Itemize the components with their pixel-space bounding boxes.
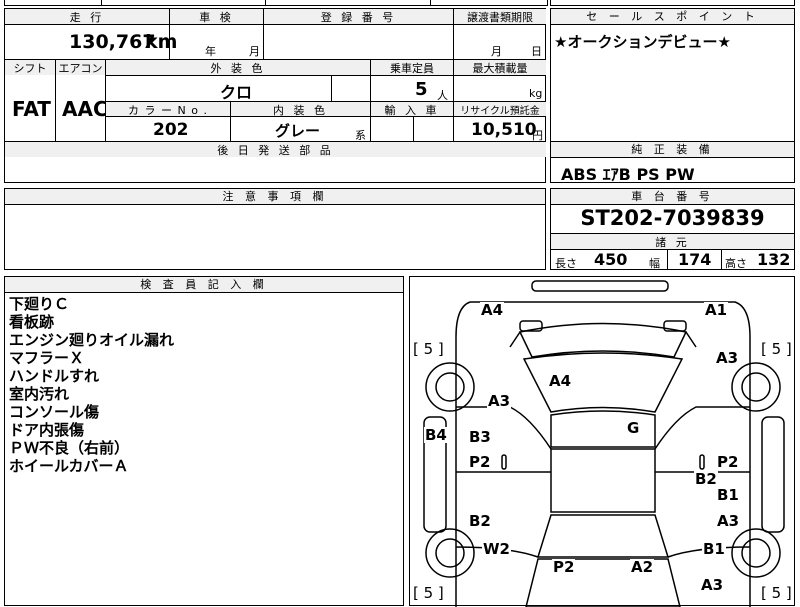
tire-front-right: [ 5 ] <box>760 340 793 358</box>
inspector-note: エンジン廻りオイル漏れ <box>9 331 175 349</box>
top-partial-row <box>4 0 548 6</box>
equipment-header: 純 正 装 備 <box>551 142 794 158</box>
aircon-value: AAC <box>62 97 108 121</box>
sales-point-header: セ ー ル ス ポ イ ン ト <box>551 9 794 25</box>
recycle-unit: 円 <box>532 129 543 142</box>
sales-point-text: ★オークションデビュー★ <box>554 33 731 51</box>
inspector-note: ドア内張傷 <box>9 421 85 439</box>
chassis-number: ST202-7039839 <box>580 206 765 230</box>
interior-color-header: 内 装 色 <box>231 102 370 117</box>
capacity-header: 乗車定員 <box>371 60 453 75</box>
exterior-color-header: 外 装 色 <box>106 60 370 75</box>
max-load-unit: kg <box>529 87 543 100</box>
height-value: 132 <box>757 250 791 269</box>
damage-mark: B1 <box>716 486 740 504</box>
inspector-note: マフラーＸ <box>9 349 85 367</box>
damage-mark: B2 <box>694 470 718 488</box>
chassis-header: 車 台 番 号 <box>551 189 794 205</box>
damage-mark: A2 <box>630 558 655 576</box>
tire-rear-right: [ 5 ] <box>760 584 793 602</box>
damage-mark: A3 <box>487 392 512 410</box>
capacity-unit: 人 <box>437 89 448 102</box>
mileage-header: 走 行 <box>5 9 169 24</box>
inspector-note: 看板跡 <box>9 313 55 331</box>
damage-mark: A3 <box>700 576 725 594</box>
later-parts-header: 後 日 発 送 部 品 <box>5 142 546 157</box>
inspector-notes-list: 下廻りＣ 看板跡 エンジン廻りオイル漏れ マフラーＸ ハンドルすれ 室内汚れ コンソール傷ド… <box>9 295 174 475</box>
car-diagram: [ 5 ] [ 5 ] [ 5 ] [ 5 ] A4 A1 A3 A4 A3 G… <box>409 276 795 607</box>
inspection-header: 車 検 <box>170 9 263 24</box>
notes-box: 注 意 事 項 欄 <box>4 188 546 270</box>
shift-value: FAT <box>12 97 51 121</box>
equipment-box: 純 正 装 備 ABS ｴｱB PS PW <box>550 141 795 184</box>
inspector-header: 検 査 員 記 入 欄 <box>5 277 403 293</box>
chassis-box: 車 台 番 号 ST202-7039839 諸 元 長さ 450 幅 174 高… <box>550 188 795 270</box>
inspector-note: ホイールカバーＡ <box>9 457 129 475</box>
registration-header: 登 録 番 号 <box>264 9 453 24</box>
inspector-note: 室内汚れ <box>9 385 70 403</box>
damage-mark: P2 <box>716 453 740 471</box>
mileage-unit: km <box>145 31 178 53</box>
damage-mark: B2 <box>468 512 492 530</box>
length-label: 長さ <box>555 257 577 270</box>
notes-header: 注 意 事 項 欄 <box>5 189 545 205</box>
max-load-header: 最大積載量 <box>454 60 546 75</box>
shift-header: シフト <box>5 60 55 75</box>
damage-mark: P2 <box>468 453 492 471</box>
interior-suffix: 系 <box>355 129 366 142</box>
recycle-fee-header: リサイクル預託金 <box>454 102 546 117</box>
specs-header: 諸 元 <box>551 234 794 250</box>
damage-mark: B3 <box>468 428 492 446</box>
sales-point-box: セ ー ル ス ポ イ ン ト ★オークションデビュー★ <box>550 8 795 142</box>
color-no-value: 202 <box>153 120 189 140</box>
damage-mark: A4 <box>548 372 573 390</box>
inspector-box: 検 査 員 記 入 欄 下廻りＣ 看板跡 エンジン廻りオイル漏れ マフラーＸ ハンドルす… <box>4 276 404 606</box>
transfer-day-unit: 日 <box>531 45 542 58</box>
inspector-note: コンソール傷 <box>9 403 100 421</box>
vehicle-info-table: 走 行 車 検 登 録 番 号 譲渡書類期限 130,767 km 年 月 月 … <box>4 8 546 158</box>
inspector-note: ＰＷ不良（右前） <box>9 439 130 457</box>
equipment-text: ABS ｴｱB PS PW <box>561 165 695 184</box>
transfer-doc-header: 譲渡書類期限 <box>454 9 546 24</box>
damage-mark: G <box>626 419 641 437</box>
recycle-fee-value: 10,510 <box>471 120 537 140</box>
color-no-header: カ ラ ー N o . <box>106 102 230 117</box>
capacity-value: 5 <box>415 79 428 100</box>
mileage-value: 130,767 <box>69 31 156 53</box>
inspection-year-unit: 年 <box>205 45 216 58</box>
damage-mark: A1 <box>704 301 729 319</box>
top-partial-row-right <box>550 0 795 6</box>
damage-mark: B1 <box>702 540 726 558</box>
interior-color-value: グレー <box>275 122 321 140</box>
inspector-note: ハンドルすれ <box>9 367 100 385</box>
damage-mark: A3 <box>716 512 741 530</box>
later-parts-row <box>4 157 546 183</box>
width-value: 174 <box>678 250 712 269</box>
tire-rear-left: [ 5 ] <box>412 584 445 602</box>
inspection-month-unit: 月 <box>249 45 260 58</box>
height-label: 高さ <box>725 257 747 270</box>
import-header: 輸 入 車 <box>371 102 453 117</box>
exterior-color-value: クロ <box>220 83 253 102</box>
aircon-header: エアコン <box>56 60 105 75</box>
tire-front-left: [ 5 ] <box>412 340 445 358</box>
damage-mark: W2 <box>482 540 511 558</box>
transfer-month-unit: 月 <box>491 45 502 58</box>
damage-mark: A3 <box>715 349 740 367</box>
damage-mark: A4 <box>480 301 505 319</box>
length-value: 450 <box>594 250 628 269</box>
damage-mark: B4 <box>424 426 448 444</box>
damage-mark: P2 <box>552 558 576 576</box>
inspector-note: 下廻りＣ <box>9 295 70 313</box>
width-label: 幅 <box>649 257 660 270</box>
